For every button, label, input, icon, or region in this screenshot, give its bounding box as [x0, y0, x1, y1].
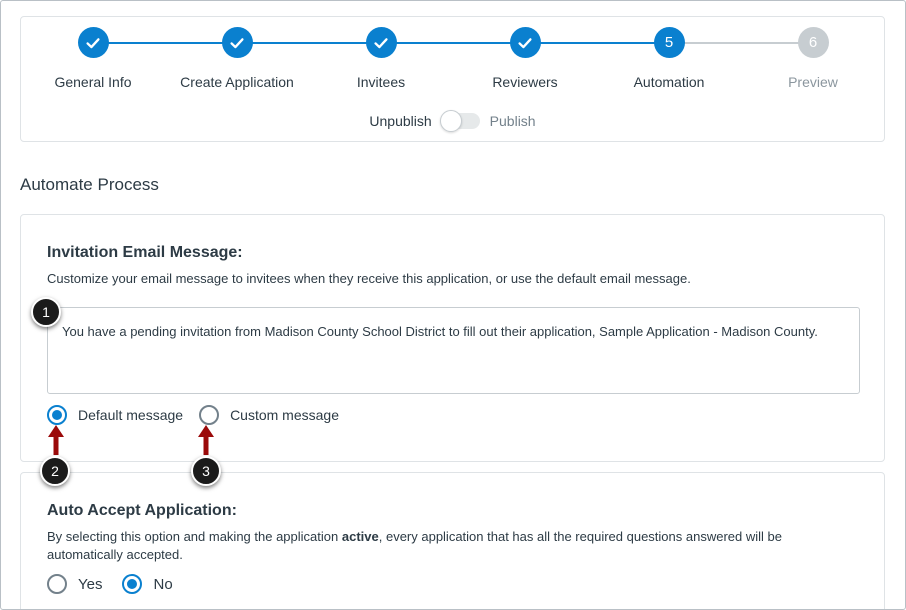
auto-accept-radio-group: Yes No	[47, 574, 189, 594]
callout-1: 1	[31, 297, 61, 327]
step-number: 5	[653, 27, 685, 58]
yes-radio[interactable]	[47, 574, 67, 594]
step-complete-check-icon	[365, 27, 397, 58]
invitation-heading: Invitation Email Message:	[47, 244, 243, 261]
auto-accept-no-option[interactable]: No	[122, 574, 173, 594]
no-radio[interactable]	[122, 574, 143, 594]
callout-arrow-icon	[48, 425, 64, 455]
step-label: Create Application	[180, 74, 294, 90]
auto-accept-description: By selecting this option and making the …	[47, 528, 847, 564]
step-number: 6	[797, 27, 829, 58]
description-text: By selecting this option and making the …	[47, 529, 342, 544]
step-general-info[interactable]: General Info	[23, 27, 163, 90]
step-invitees[interactable]: Invitees	[311, 27, 451, 90]
custom-message-option[interactable]: Custom message	[199, 405, 339, 425]
section-title: Automate Process	[20, 175, 159, 194]
radio-label: Custom message	[230, 407, 339, 423]
step-label: Automation	[633, 74, 705, 90]
unpublish-label: Unpublish	[369, 113, 432, 129]
auto-accept-yes-option[interactable]: Yes	[47, 574, 102, 594]
custom-message-radio[interactable]	[199, 405, 220, 425]
step-label: Preview	[788, 74, 838, 90]
message-type-radio-group: Default message Custom message	[47, 405, 355, 425]
step-create-application[interactable]: Create Application	[167, 27, 307, 90]
auto-accept-card: Auto Accept Application: By selecting th…	[20, 472, 885, 609]
radio-label: Yes	[78, 575, 103, 593]
step-automation[interactable]: 5 Automation	[599, 27, 739, 90]
step-complete-check-icon	[509, 27, 541, 58]
step-preview[interactable]: 6 Preview	[743, 27, 883, 90]
toggle-knob	[439, 110, 462, 132]
step-complete-check-icon	[77, 27, 109, 58]
default-message-option[interactable]: Default message	[47, 405, 183, 425]
publish-label: Publish	[489, 113, 536, 129]
step-complete-check-icon	[221, 27, 253, 58]
publish-toggle-row: Unpublish Publish	[21, 110, 884, 132]
invitation-email-card: Invitation Email Message: Customize your…	[20, 214, 885, 462]
publish-toggle[interactable]	[439, 110, 480, 132]
invitation-message-textarea[interactable]: You have a pending invitation from Madis…	[47, 307, 860, 394]
step-reviewers[interactable]: Reviewers	[455, 27, 595, 90]
default-message-radio[interactable]	[47, 405, 67, 425]
callout-3: 3	[191, 456, 221, 486]
radio-label: No	[153, 575, 173, 593]
step-label: Invitees	[356, 74, 406, 90]
radio-label: Default message	[78, 407, 184, 423]
progress-stepper: General Info Create Application Invitees…	[20, 16, 885, 142]
step-label: General Info	[54, 74, 132, 90]
callout-2: 2	[40, 456, 70, 486]
app-frame: General Info Create Application Invitees…	[0, 0, 906, 610]
auto-accept-heading: Auto Accept Application:	[47, 502, 237, 519]
invitation-description: Customize your email message to invitees…	[47, 271, 691, 286]
callout-arrow-icon	[198, 425, 214, 455]
description-bold-text: active	[341, 529, 379, 544]
step-label: Reviewers	[492, 74, 558, 90]
